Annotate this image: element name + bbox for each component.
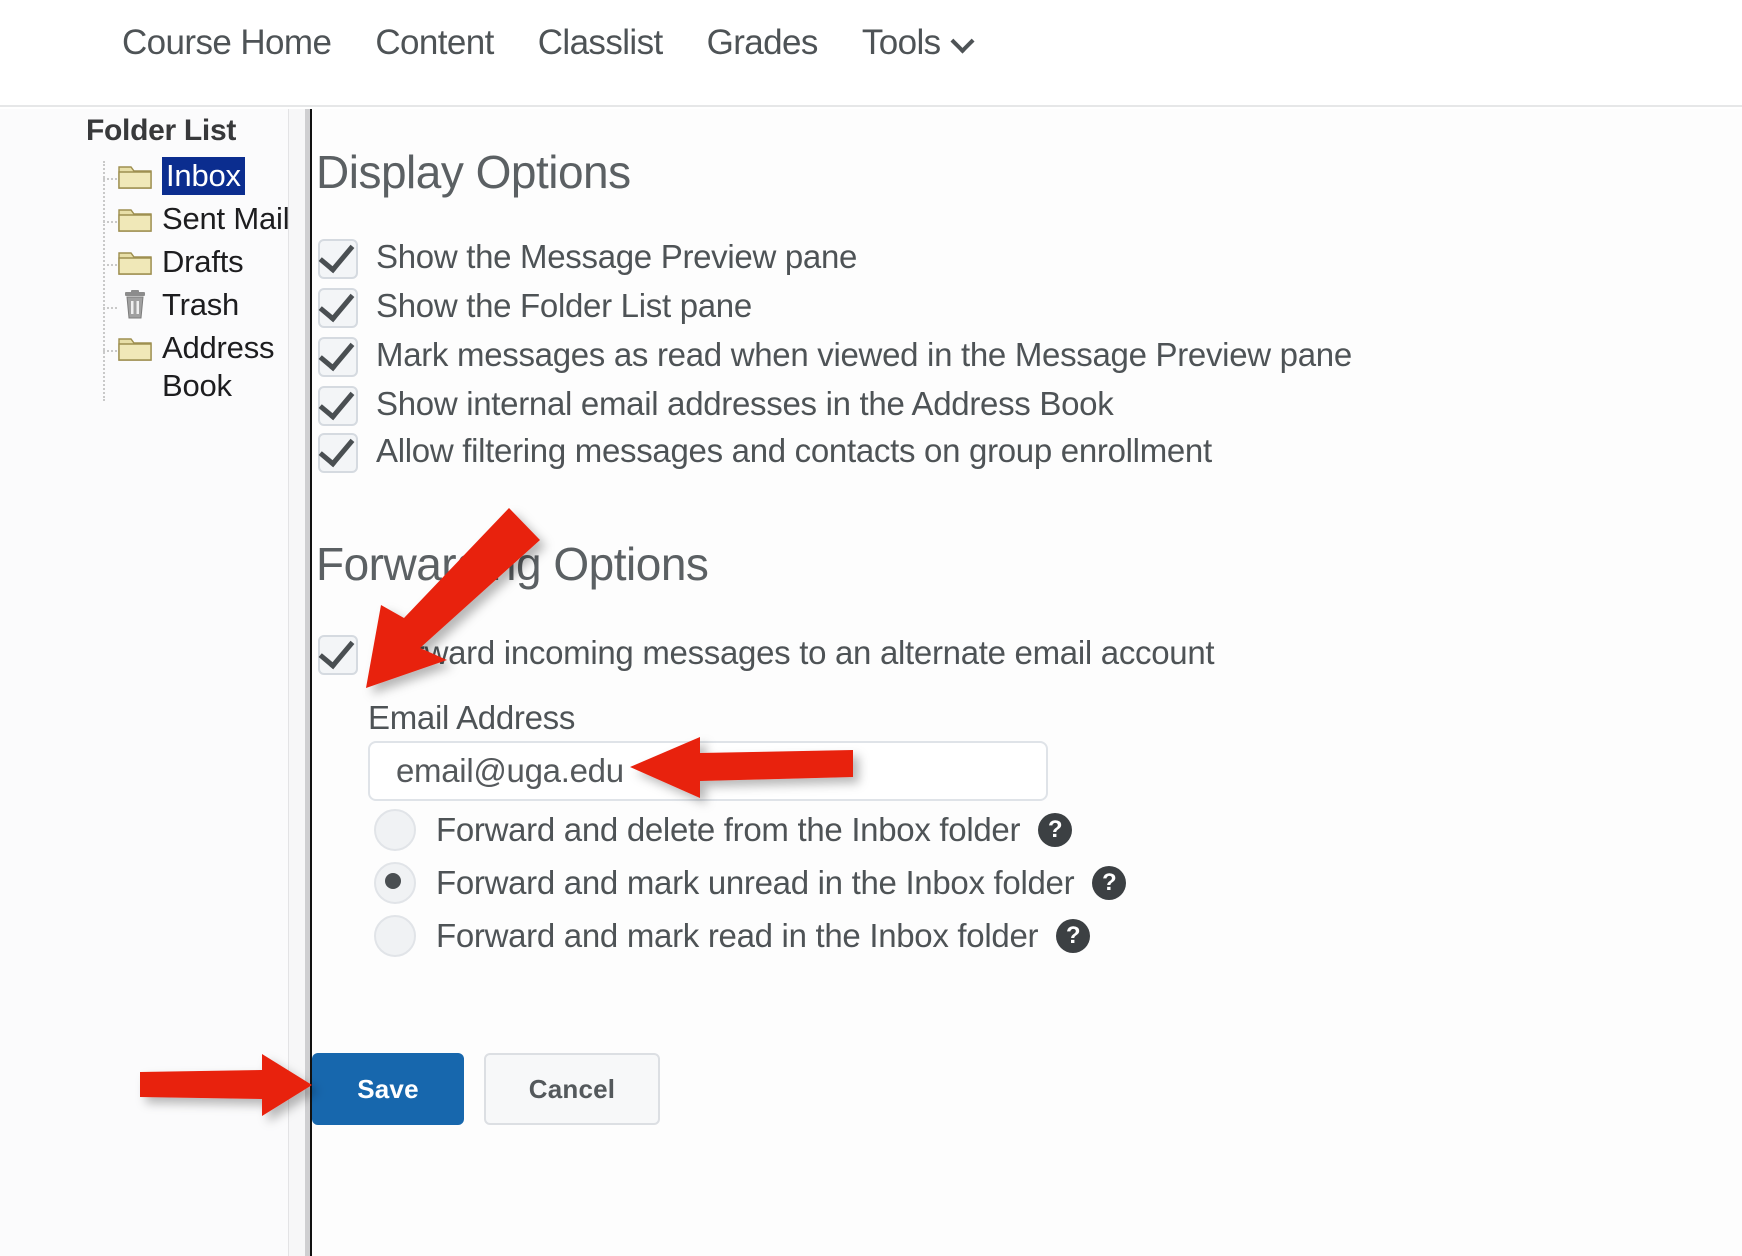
checkbox-label: Show the Folder List pane [376,287,752,324]
checkbox-row-show-internal-emails[interactable]: Show internal email addresses in the Add… [318,384,1114,426]
sidebar-item-label: Drafts [162,244,244,279]
sidebar-item-sent-mail[interactable]: Sent Mail [96,200,296,243]
nav-content[interactable]: Content [375,23,494,63]
radio-label: Forward and delete from the Inbox folder [436,811,1021,848]
tree-branch-icon [103,178,117,180]
tree-branch-icon [103,221,117,223]
folder-icon [118,249,152,276]
checkbox-label: Mark messages as read when viewed in the… [376,336,1352,373]
sidebar-item-label: Trash [162,287,240,322]
help-icon[interactable]: ? [1092,866,1127,900]
nav-tools[interactable]: Tools [862,23,973,63]
radio-row-forward-and-delete[interactable]: Forward and delete from the Inbox folder… [374,809,1073,851]
checkbox-row-show-message-preview[interactable]: Show the Message Preview pane [318,237,857,279]
scrollbar-track[interactable] [288,109,306,1256]
top-navigation-bar: Course Home Content Classlist Grades Too… [0,0,1742,107]
nav-tools-label: Tools [861,23,941,62]
nav-classlist[interactable]: Classlist [538,23,664,63]
help-icon[interactable]: ? [1038,813,1073,847]
email-address-label: Email Address [368,699,576,736]
checkbox-row-forward-incoming[interactable]: Forward incoming messages to an alternat… [318,633,1215,675]
checkbox-row-show-folder-list[interactable]: Show the Folder List pane [318,286,752,328]
save-button[interactable]: Save [312,1053,464,1125]
checkbox-row-mark-as-read[interactable]: Mark messages as read when viewed in the… [318,335,1352,377]
checkbox-show-internal-emails[interactable] [318,386,358,426]
checkbox-label: Allow filtering messages and contacts on… [376,432,1212,469]
tree-branch-icon [103,307,117,309]
sidebar-item-drafts[interactable]: Drafts [96,243,296,286]
sidebar-item-label: Address Book [162,330,275,403]
radio-label: Forward and mark unread in the Inbox fol… [436,864,1075,901]
folder-icon [118,163,152,190]
sidebar-item-inbox[interactable]: Inbox [96,157,296,200]
radio-forward-and-delete[interactable] [374,809,416,851]
radio-forward-and-mark-unread[interactable] [374,862,416,904]
radio-row-forward-and-mark-unread[interactable]: Forward and mark unread in the Inbox fol… [374,862,1127,904]
nav-items: Course Home Content Classlist Grades Too… [122,23,973,63]
pane-splitter[interactable] [288,109,312,1256]
sidebar-item-address-book[interactable]: Address Book [96,329,296,403]
folder-list-pane: Folder List Inbox Sent Mail Drafts Trash… [0,109,290,1256]
checkbox-mark-as-read[interactable] [318,337,358,377]
folder-tree: Inbox Sent Mail Drafts Trash Address Boo… [96,157,296,403]
trash-icon [118,290,152,320]
email-address-input[interactable] [368,741,1048,801]
tree-branch-icon [103,350,117,352]
checkbox-label: Show internal email addresses in the Add… [376,385,1114,422]
nav-course-home[interactable]: Course Home [122,23,332,63]
folder-list-title: Folder List [86,114,237,147]
radio-label: Forward and mark read in the Inbox folde… [436,917,1039,954]
radio-forward-and-mark-read[interactable] [374,915,416,957]
folder-icon [118,335,152,362]
chevron-down-icon [953,31,973,51]
sidebar-item-label: Inbox [162,157,245,195]
help-icon[interactable]: ? [1056,919,1091,953]
cancel-button[interactable]: Cancel [484,1053,660,1125]
checkbox-label: Show the Message Preview pane [376,238,858,275]
checkbox-show-message-preview[interactable] [318,239,358,279]
checkbox-allow-filtering[interactable] [318,433,358,473]
display-options-heading: Display Options [316,146,631,198]
folder-icon [118,206,152,233]
checkbox-label: Forward incoming messages to an alternat… [376,634,1215,671]
checkbox-forward-incoming-messages[interactable] [318,635,358,675]
forwarding-options-heading: Forwarding Options [316,538,709,590]
sidebar-item-trash[interactable]: Trash [96,286,296,329]
nav-grades[interactable]: Grades [707,23,819,63]
settings-content-pane: Display Options Show the Message Preview… [312,109,1742,1256]
checkbox-row-allow-filtering[interactable]: Allow filtering messages and contacts on… [318,431,1212,473]
checkbox-show-folder-list[interactable] [318,288,358,328]
radio-row-forward-and-mark-read[interactable]: Forward and mark read in the Inbox folde… [374,915,1091,957]
sidebar-item-label: Sent Mail [162,201,290,236]
tree-branch-icon [103,264,117,266]
